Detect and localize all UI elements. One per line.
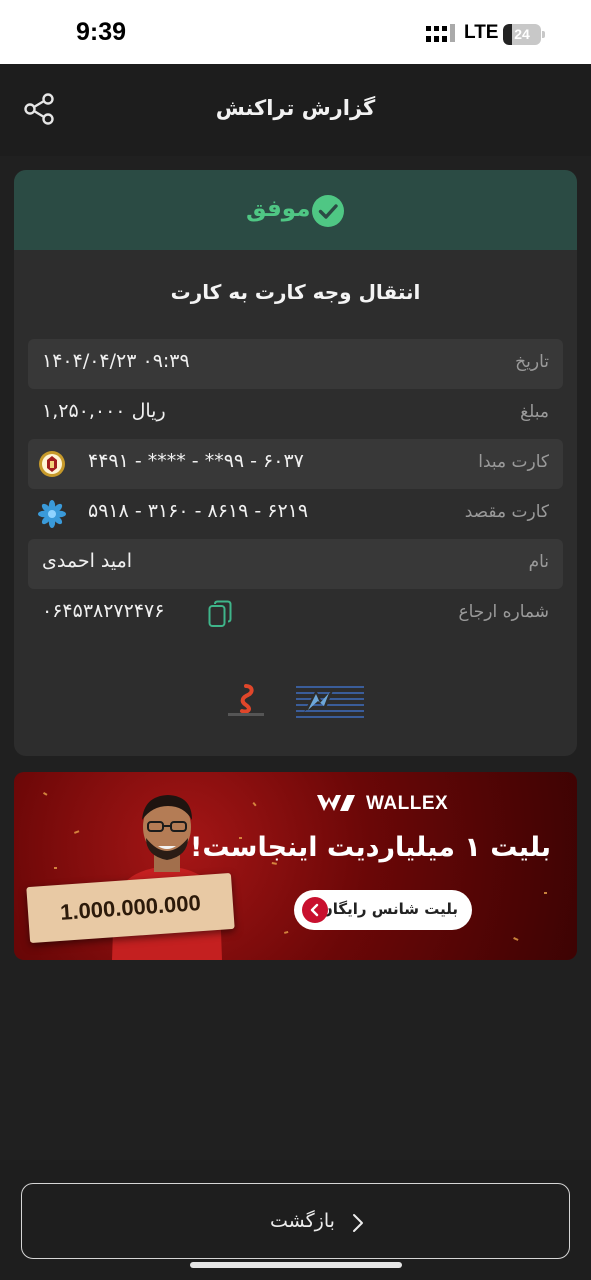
cta-label: بلیت شانس رایگان [320, 900, 458, 918]
signal-bars-icon [426, 24, 455, 42]
battery-percentage: 24 [514, 26, 530, 42]
status-banner: موفق [14, 170, 577, 250]
status-bar: 9:39 LTE 24 [0, 0, 591, 64]
wallex-logo-icon [317, 795, 355, 811]
detail-label: نام [528, 552, 549, 572]
receipt-card: موفق انتقال وجه کارت به کارت تاریخ ۱۴۰۴/… [14, 170, 577, 756]
saman-bank-logo-icon [38, 500, 66, 528]
detail-value[interactable]: ۰۶۴۵۳۸۲۷۲۴۷۶ [42, 600, 164, 622]
shaparak-logo-icon [296, 686, 364, 718]
detail-label: کارت مبدا [478, 452, 549, 472]
app-header: گزارش تراکنش [0, 64, 591, 156]
detail-row-reference: شماره ارجاع ۰۶۴۵۳۸۲۷۲۴۷۶ [28, 589, 563, 639]
promo-headline: بلیت ۱ میلیاردیت اینجاست! [190, 832, 551, 863]
detail-row-name: نام امید احمدی [28, 539, 563, 589]
copy-icon[interactable] [208, 600, 232, 628]
transfer-type: انتقال وجه کارت به کارت [170, 280, 421, 304]
back-button[interactable]: بازگشت [21, 1183, 570, 1259]
prize-amount: 1.000.000.000 [59, 890, 202, 925]
check-circle-icon [312, 195, 344, 227]
home-indicator [190, 1262, 402, 1268]
promo-banner[interactable]: 1.000.000.000 WALLEX بلیت ۱ میلیاردیت ای… [14, 772, 577, 960]
detail-row-amount: مبلغ ۱,۲۵۰,۰۰۰ ریال [28, 389, 563, 439]
detail-value: امید احمدی [42, 550, 133, 572]
detail-label: کارت مقصد [464, 502, 549, 522]
page-title: گزارش تراکنش [215, 96, 376, 120]
detail-row-source-card: کارت مبدا ۴۴۹۱ - **** - **۹۹ - ۶۰۳۷ [28, 439, 563, 489]
detail-row-destination-card: کارت مقصد ۵۹۱۸ - ۳۱۶۰ - ۸۶۱۹ - ۶۲۱۹ [28, 489, 563, 539]
bank-melli-logo-icon [39, 451, 65, 477]
battery-icon: 24 [503, 24, 545, 45]
chevron-right-icon [353, 1214, 363, 1232]
wallex-brand-name: WALLEX [366, 793, 449, 814]
brand-logo-icon [228, 684, 264, 716]
chevron-left-icon [302, 897, 328, 923]
network-type: LTE [464, 22, 499, 43]
detail-label: شماره ارجاع [458, 602, 549, 622]
detail-value: ۵۹۱۸ - ۳۱۶۰ - ۸۶۱۹ - ۶۲۱۹ [88, 500, 309, 522]
free-ticket-button[interactable]: بلیت شانس رایگان [294, 890, 472, 930]
detail-label: مبلغ [520, 402, 549, 422]
footer-logos [14, 680, 577, 720]
status-time: 9:39 [76, 18, 127, 46]
back-button-label: بازگشت [270, 1210, 335, 1232]
status-text: موفق [246, 196, 311, 222]
detail-value: ۱۴۰۴/۰۴/۲۳ ۰۹:۳۹ [42, 350, 190, 372]
detail-row-date: تاریخ ۱۴۰۴/۰۴/۲۳ ۰۹:۳۹ [28, 339, 563, 389]
detail-value: ۴۴۹۱ - **** - **۹۹ - ۶۰۳۷ [88, 450, 304, 472]
detail-label: تاریخ [515, 352, 549, 372]
detail-value: ۱,۲۵۰,۰۰۰ ریال [42, 400, 166, 422]
